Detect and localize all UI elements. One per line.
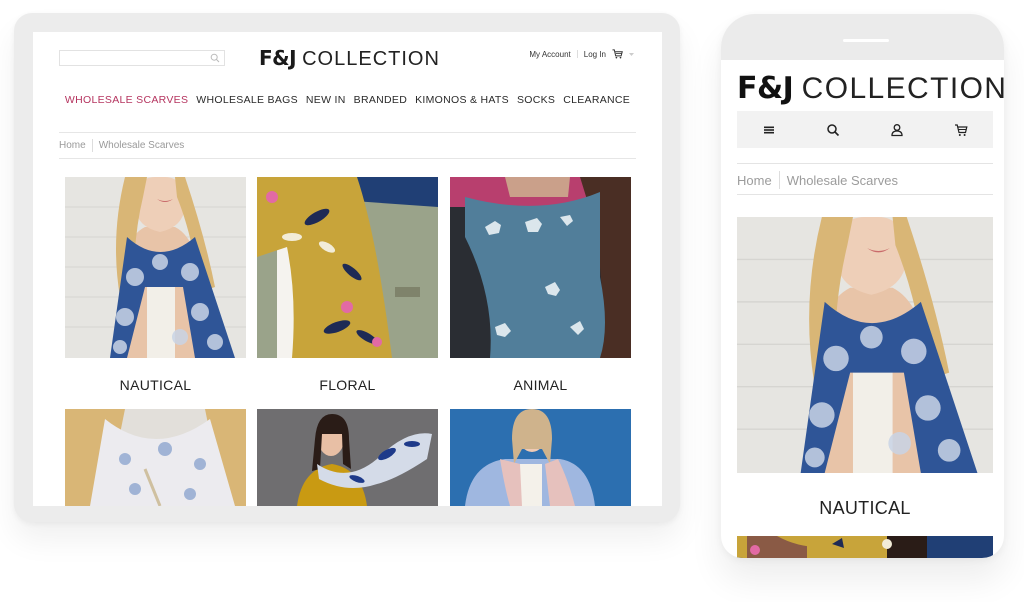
search-icon[interactable]: [210, 53, 220, 63]
divider: [59, 158, 636, 159]
category-image-floral[interactable]: [257, 177, 438, 358]
logo-bold-text: F&J: [259, 46, 297, 70]
nav-item-branded[interactable]: BRANDED: [354, 94, 407, 106]
logo-light-text: COLLECTION: [801, 72, 1004, 105]
breadcrumb-home[interactable]: Home: [737, 173, 772, 188]
breadcrumb: Home Wholesale Scarves: [737, 171, 898, 189]
category-label-floral[interactable]: FLORAL: [257, 377, 438, 393]
nav-item-kimonos-hats[interactable]: KIMONOS & HATS: [415, 94, 509, 106]
category-label-nautical[interactable]: NAUTICAL: [65, 377, 246, 393]
logo-light-text: COLLECTION: [302, 48, 440, 70]
category-image-nautical[interactable]: [737, 217, 993, 473]
account-links: My Account Log In: [529, 49, 634, 59]
log-in-link[interactable]: Log In: [584, 50, 606, 59]
search-input[interactable]: [59, 50, 225, 66]
tablet-device-frame: F&J COLLECTION My Account Log In WHOLESA…: [14, 13, 680, 522]
logo-bold-text: F&J: [737, 71, 794, 106]
category-image[interactable]: [450, 409, 631, 506]
breadcrumb-current: Wholesale Scarves: [786, 172, 898, 188]
category-image[interactable]: [257, 409, 438, 506]
mobile-icon-bar: [737, 111, 993, 148]
category-label-nautical[interactable]: NAUTICAL: [737, 498, 993, 519]
phone-speaker: [843, 39, 889, 42]
tablet-screen: F&J COLLECTION My Account Log In WHOLESA…: [33, 32, 662, 506]
breadcrumb-current: Wholesale Scarves: [98, 140, 185, 151]
divider: [737, 194, 993, 195]
phone-top-bezel: [721, 14, 1004, 60]
phone-device-frame: F&J COLLECTION Home Wholesale Scarves NA…: [721, 14, 1004, 558]
divider: [737, 163, 993, 164]
category-label-animal[interactable]: ANIMAL: [450, 377, 631, 393]
brand-logo[interactable]: F&J COLLECTION: [737, 71, 1004, 106]
nav-item-wholesale-scarves[interactable]: WHOLESALE SCARVES: [65, 94, 188, 106]
nav-item-clearance[interactable]: CLEARANCE: [563, 94, 630, 106]
menu-icon[interactable]: [762, 123, 776, 137]
category-image-nautical[interactable]: [65, 177, 246, 358]
nav-item-socks[interactable]: SOCKS: [517, 94, 555, 106]
breadcrumb-separator: [778, 171, 780, 189]
cart-icon[interactable]: [612, 49, 623, 59]
main-navigation: WHOLESALE SCARVES WHOLESALE BAGS NEW IN …: [33, 94, 662, 106]
search-icon[interactable]: [826, 123, 840, 137]
chevron-down-icon[interactable]: [629, 52, 634, 56]
divider: [59, 132, 636, 133]
breadcrumb: Home Wholesale Scarves: [59, 139, 184, 152]
cart-icon[interactable]: [954, 123, 968, 137]
category-image-floral[interactable]: [737, 536, 993, 558]
brand-logo[interactable]: F&J COLLECTION: [259, 46, 440, 71]
breadcrumb-separator: [91, 139, 93, 152]
divider: [576, 50, 578, 58]
breadcrumb-home[interactable]: Home: [59, 140, 86, 151]
nav-item-new-in[interactable]: NEW IN: [306, 94, 346, 106]
category-image[interactable]: [65, 409, 246, 506]
account-icon[interactable]: [890, 123, 904, 137]
my-account-link[interactable]: My Account: [529, 50, 570, 59]
nav-item-wholesale-bags[interactable]: WHOLESALE BAGS: [196, 94, 298, 106]
category-image-animal[interactable]: [450, 177, 631, 358]
